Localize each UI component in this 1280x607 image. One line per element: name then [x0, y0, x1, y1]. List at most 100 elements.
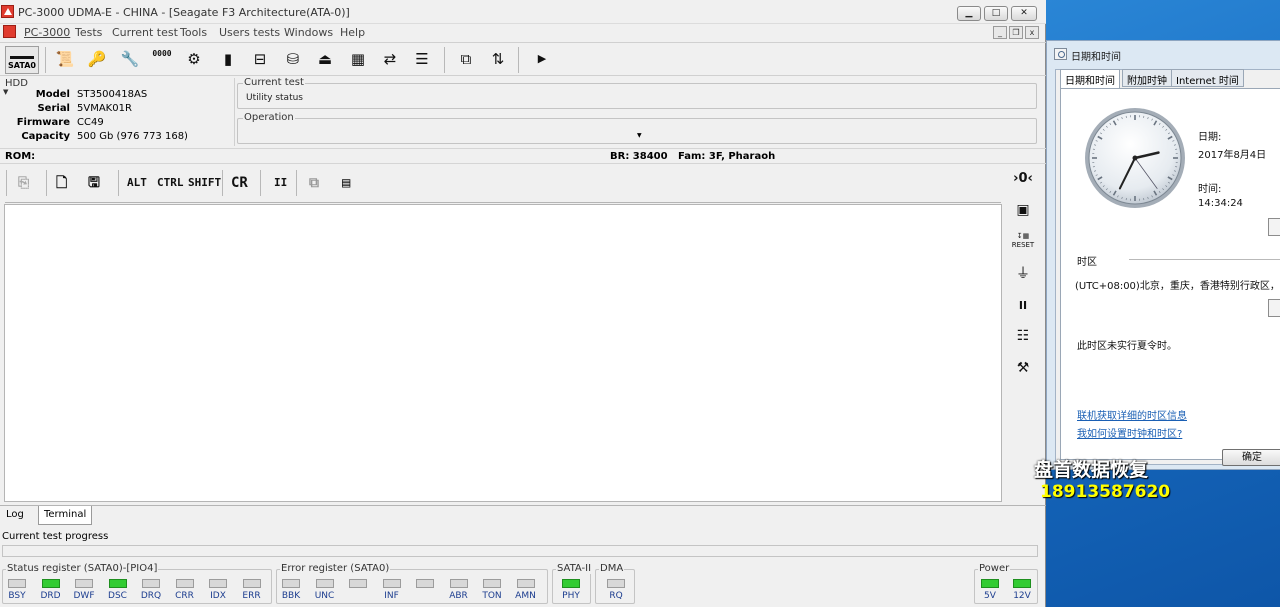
- time-value: 14:34:24: [1198, 198, 1243, 209]
- how-to-set-link[interactable]: 我如何设置时钟和时区?: [1077, 425, 1182, 440]
- tab-internet-time[interactable]: Internet 时间: [1171, 69, 1244, 87]
- error-led-label: INF: [384, 591, 399, 601]
- list-icon[interactable]: ☰: [411, 49, 433, 69]
- pause-button[interactable]: II: [274, 174, 287, 192]
- error-register-group: Error register (SATA0) BBK UNC INF ABR TON AM…: [276, 563, 548, 604]
- mdi-restore-button[interactable]: ❐: [1009, 26, 1023, 39]
- tab-date-time[interactable]: 日期和时间: [1060, 69, 1120, 88]
- key-icon[interactable]: 🔑: [86, 49, 108, 69]
- clock-center: [1132, 155, 1138, 161]
- menu-pc3000[interactable]: PC-3000: [24, 26, 70, 39]
- tab-log[interactable]: Log: [1, 506, 29, 525]
- open-file-icon[interactable]: 🗋: [56, 174, 67, 192]
- flow-icon[interactable]: ⇄: [379, 49, 401, 69]
- play-icon[interactable]: ▶: [531, 49, 553, 69]
- power-led-12v: [1013, 579, 1031, 588]
- family-info: Fam: 3F, Pharaoh: [678, 151, 776, 162]
- media-icon[interactable]: ⏏: [314, 49, 336, 69]
- counter-icon[interactable]: ›0‹: [1010, 171, 1036, 187]
- tab-additional-clocks[interactable]: 附加时钟: [1122, 69, 1172, 87]
- settings-tools-icon[interactable]: ⚒: [1010, 360, 1036, 376]
- status-led-dsc: [108, 579, 127, 588]
- mdi-close-button[interactable]: x: [1025, 26, 1039, 39]
- change-date-time-button[interactable]: [1268, 218, 1280, 236]
- shift-key-button[interactable]: SHIFT: [188, 174, 221, 192]
- operation-caption: Operation: [243, 112, 295, 123]
- dst-note: 此时区未实行夏令时。: [1077, 341, 1177, 352]
- analog-clock: [1085, 108, 1185, 208]
- title-bar[interactable]: PC-3000 UDMA-E - CHINA - [Seagate F3 Arc…: [0, 0, 1046, 24]
- date-time-title: 日期和时间: [1071, 52, 1121, 63]
- log-list-icon[interactable]: ☷: [1010, 328, 1036, 344]
- menu-users-tests[interactable]: Users tests: [219, 26, 280, 39]
- timezone-info-link[interactable]: 联机获取详细的时区信息: [1077, 407, 1187, 422]
- power-caption: Power: [978, 563, 1011, 574]
- minimize-button[interactable]: ▁: [957, 6, 981, 21]
- terminal-output[interactable]: [4, 202, 1002, 502]
- menu-help[interactable]: Help: [340, 26, 365, 39]
- phy-led: [562, 579, 580, 588]
- status-led-dwf: [75, 579, 93, 588]
- maximize-button[interactable]: □: [984, 6, 1008, 21]
- operation-dropdown-icon[interactable]: ▼: [637, 132, 642, 139]
- head-icon[interactable]: ⊟: [249, 49, 271, 69]
- toolbar-separator: [45, 47, 46, 73]
- error-led-amn: [516, 579, 535, 588]
- board-icon[interactable]: ▣: [1010, 202, 1036, 218]
- ok-button[interactable]: 确定: [1222, 449, 1280, 466]
- status-register-caption: Status register (SATA0)-[PIO4]: [6, 563, 159, 574]
- menu-windows[interactable]: Windows: [284, 26, 333, 39]
- error-led-inf: [382, 579, 401, 588]
- change-timezone-button[interactable]: [1268, 299, 1280, 317]
- error-led-label: ABR: [449, 591, 468, 601]
- reset-button[interactable]: ↧▦ RESET: [1010, 232, 1036, 250]
- carriage-return-button[interactable]: CR: [231, 174, 248, 192]
- sata-port-button[interactable]: SATA0: [5, 46, 39, 74]
- tools-icon[interactable]: 🔧: [119, 49, 141, 69]
- side-pause-button[interactable]: II: [1010, 298, 1036, 314]
- clear-icon[interactable]: ▤: [342, 174, 350, 192]
- error-led-unc: [315, 579, 334, 588]
- cylinder-icon[interactable]: ⛁: [282, 49, 304, 69]
- mdi-minimize-button[interactable]: _: [993, 26, 1007, 39]
- rom-status-bar: ROM: BR: 38400 Fam: 3F, Pharaoh: [0, 148, 1046, 164]
- menu-current-test[interactable]: Current test: [112, 26, 178, 39]
- status-led-drq: [142, 579, 160, 588]
- toolbar-separator: [260, 170, 261, 196]
- status-led-err: [242, 579, 261, 588]
- timezone-label: 时区: [1077, 257, 1097, 268]
- timezone-value: (UTC+08:00)北京，重庆，香港特别行政区，乌: [1075, 281, 1280, 292]
- power-switch-icon[interactable]: ⏚: [1010, 266, 1036, 282]
- save-file-icon[interactable]: 🖫: [88, 174, 100, 192]
- status-led-label: DWF: [73, 591, 95, 601]
- counter-icon[interactable]: 0000: [151, 49, 173, 69]
- status-led-label: DRD: [40, 591, 61, 601]
- status-led-label: IDX: [210, 591, 226, 601]
- ctrl-key-button[interactable]: CTRL: [157, 174, 184, 192]
- cursor-icon[interactable]: ⇅: [487, 49, 509, 69]
- toolbar-separator: [118, 170, 119, 196]
- grid-icon[interactable]: ▦: [347, 49, 369, 69]
- toolbar-separator: [6, 170, 7, 196]
- operation-group[interactable]: Operation ▼: [237, 112, 1037, 144]
- chip-icon[interactable]: ▮: [217, 49, 239, 69]
- date-value: 2017年8月4日: [1198, 150, 1267, 161]
- menu-tests[interactable]: Tests: [75, 26, 102, 39]
- status-led-label: DSC: [108, 591, 127, 601]
- disk-config-icon[interactable]: ⚙: [183, 49, 205, 69]
- close-button[interactable]: ✕: [1011, 6, 1037, 21]
- date-time-titlebar[interactable]: 日期和时间: [1047, 41, 1280, 67]
- copy-icon: ⧉: [309, 175, 319, 191]
- tab-terminal[interactable]: Terminal: [38, 506, 93, 525]
- dma-group: DMA RQ: [595, 563, 635, 604]
- disabled-page-icon: ⎘: [18, 175, 30, 191]
- windows-icon[interactable]: ⧉: [455, 49, 477, 69]
- alt-key-button[interactable]: ALT: [127, 174, 147, 192]
- test-progress-bar: [2, 545, 1038, 557]
- power-led-5v: [981, 579, 999, 588]
- menu-tools[interactable]: Tools: [180, 26, 207, 39]
- menu-logo-icon: [3, 25, 16, 38]
- status-led-label: BSY: [8, 591, 26, 601]
- scroll-icon[interactable]: 📜: [54, 49, 76, 69]
- terminal-toolbar: ⎘ 🗋 🖫 ALT CTRL SHIFT CR II ⧉ ▤: [4, 166, 1000, 200]
